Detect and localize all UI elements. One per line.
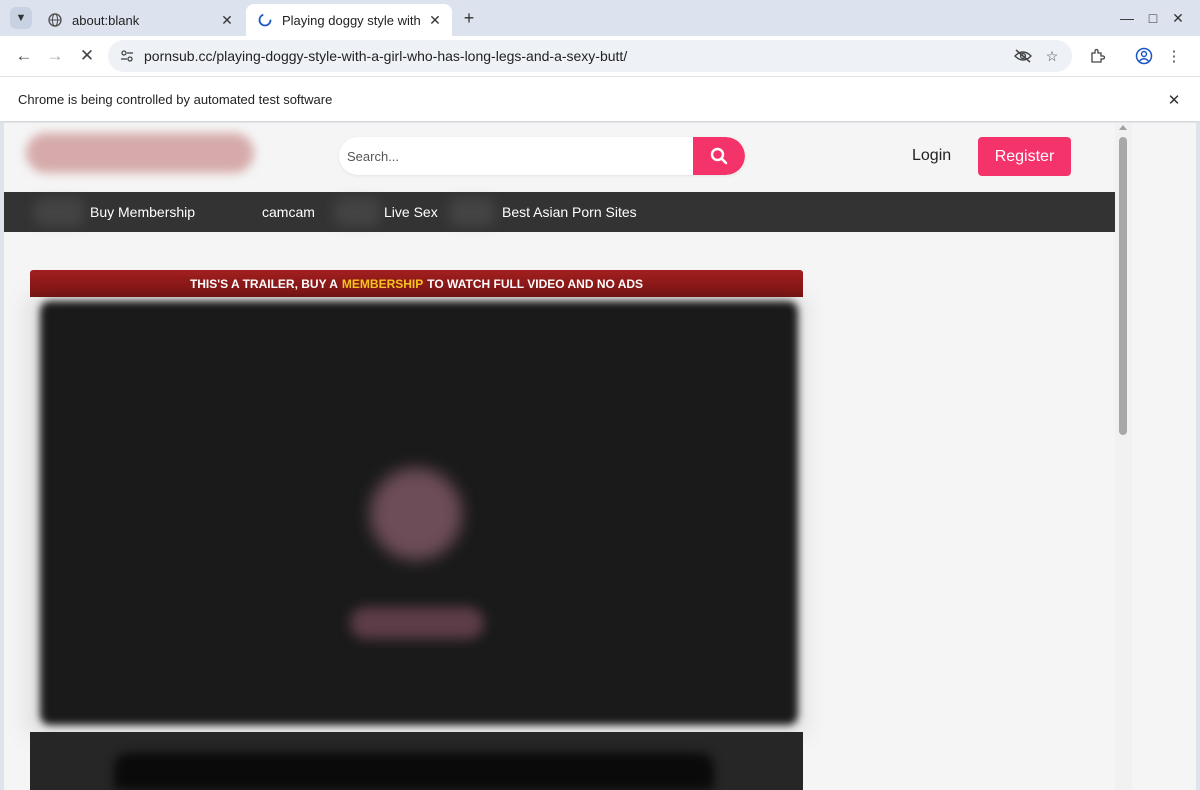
extensions-icon[interactable] <box>1085 44 1109 68</box>
nav-blurred-item <box>34 198 84 226</box>
nav-item-live-sex[interactable]: Live Sex <box>384 204 438 220</box>
nav-item-best-asian-porn-sites[interactable]: Best Asian Porn Sites <box>502 204 637 220</box>
secondary-video-thumbnail[interactable] <box>114 753 714 790</box>
browser-toolbar: ← → ✕ pornsub.cc/playing-doggy-style-wit… <box>0 36 1200 76</box>
search-button[interactable] <box>693 137 745 175</box>
close-window-icon[interactable]: ✕ <box>1168 8 1188 28</box>
automation-infobar: Chrome is being controlled by automated … <box>0 76 1200 122</box>
tab-title: about:blank <box>72 12 140 28</box>
site-settings-icon[interactable] <box>116 45 138 67</box>
banner-prefix: THIS'S A TRAILER, BUY A <box>189 276 338 291</box>
scrollbar[interactable] <box>1115 123 1132 790</box>
trailer-banner: THIS'S A TRAILER, BUY A MEMBERSHIP TO WA… <box>30 270 803 297</box>
bookmark-star-icon[interactable]: ☆ <box>1041 45 1063 67</box>
close-tab-icon[interactable]: ✕ <box>218 11 236 29</box>
tab-about-blank[interactable]: about:blank ✕ <box>36 4 244 36</box>
register-button[interactable]: Register <box>978 137 1071 176</box>
close-tab-icon[interactable]: ✕ <box>426 11 444 29</box>
page-viewport: Login Register Buy Membership camcam Liv… <box>4 123 1196 790</box>
tab-title: Playing doggy style with <box>282 12 421 28</box>
globe-icon <box>48 13 62 27</box>
stop-loading-icon[interactable]: ✕ <box>75 44 99 68</box>
scroll-up-arrow-icon[interactable] <box>1119 125 1127 130</box>
nav-item-buy-membership[interactable]: Buy Membership <box>90 204 195 220</box>
tab-strip: ▼ about:blank ✕ Playing doggy style with… <box>0 0 1200 36</box>
blurred-button[interactable] <box>350 607 484 639</box>
forward-icon[interactable]: → <box>43 44 67 68</box>
login-link[interactable]: Login <box>912 147 951 165</box>
search-input[interactable] <box>339 137 693 175</box>
scrollbar-thumb[interactable] <box>1119 137 1127 435</box>
tab-search-button[interactable]: ▼ <box>10 7 32 29</box>
profile-icon[interactable] <box>1132 44 1156 68</box>
site-logo[interactable] <box>26 133 254 173</box>
site-header: Login Register <box>4 123 1115 192</box>
nav-item-camcam[interactable]: camcam <box>262 204 315 220</box>
search-box <box>339 137 745 175</box>
membership-link[interactable]: MEMBERSHIP <box>342 277 423 291</box>
banner-suffix: TO WATCH FULL VIDEO AND NO ADS <box>427 276 644 291</box>
search-icon <box>710 147 728 165</box>
infobar-message: Chrome is being controlled by automated … <box>18 92 333 107</box>
minimize-icon[interactable]: — <box>1117 8 1137 28</box>
loading-icon <box>258 13 272 27</box>
maximize-icon[interactable]: □ <box>1143 8 1163 28</box>
back-icon[interactable]: ← <box>12 44 36 68</box>
nav-blurred-item <box>449 198 495 226</box>
main-nav: Buy Membership camcam Live Sex Best Asia… <box>4 192 1115 232</box>
url-text: pornsub.cc/playing-doggy-style-with-a-gi… <box>144 48 628 64</box>
tab-active-page[interactable]: Playing doggy style with ✕ <box>246 4 452 36</box>
address-bar[interactable]: pornsub.cc/playing-doggy-style-with-a-gi… <box>108 40 1072 72</box>
play-icon[interactable] <box>370 468 462 560</box>
new-tab-button[interactable]: + <box>458 7 480 29</box>
nav-blurred-item <box>334 198 380 226</box>
menu-dots-icon[interactable]: ⋮ <box>1162 44 1186 68</box>
close-icon[interactable]: ✕ <box>1164 90 1184 110</box>
eye-off-icon[interactable] <box>1012 45 1034 67</box>
